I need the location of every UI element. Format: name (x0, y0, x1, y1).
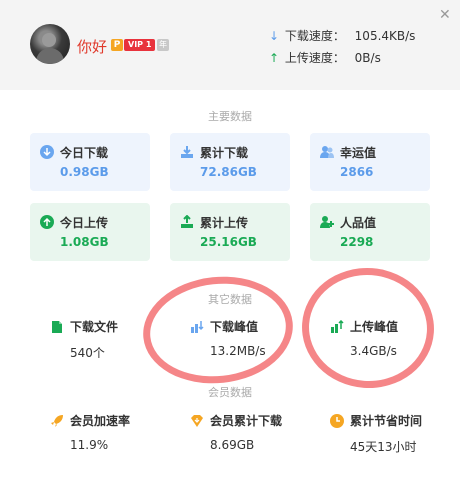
card-total-upload: 累计上传 25.16GB (170, 203, 290, 261)
section-title-main: 主要数据 (208, 110, 252, 123)
arrow-up-icon: ↑ (269, 51, 280, 65)
username: 你好 (77, 38, 108, 56)
card-value: 25.16GB (200, 235, 257, 249)
download-speed-label: 下载速度： (284, 29, 345, 43)
clock-icon (330, 414, 344, 428)
annual-badge: 年 (157, 39, 169, 51)
diamond-download-icon (191, 415, 203, 427)
card-today-download: 今日下载 0.98GB (30, 133, 150, 191)
file-icon (52, 321, 62, 333)
stat-label: 会员累计下载 (210, 414, 283, 428)
stat-value: 8.69GB (210, 438, 255, 452)
upload-speed-value: 0B/s (354, 51, 381, 65)
stat-label: 下载峰值 (210, 320, 259, 334)
card-label: 累计下载 (200, 146, 249, 160)
card-luck-value: 幸运值 2866 (310, 133, 430, 191)
card-label: 今日上传 (60, 216, 109, 230)
users-icon (320, 146, 334, 158)
stat-value: 45天13小时 (350, 440, 417, 454)
download-speed-row: ↓ 下载速度： 105.4KB/s (269, 27, 415, 44)
card-value: 72.86GB (200, 165, 257, 179)
stat-value: 3.4GB/s (350, 344, 397, 358)
stat-label: 下载文件 (70, 320, 119, 334)
avatar[interactable] (30, 24, 70, 64)
stat-label: 累计节省时间 (350, 414, 423, 428)
stat-label: 上传峰值 (350, 320, 399, 334)
download-peak-icon (191, 321, 204, 333)
card-value: 1.08GB (60, 235, 109, 249)
card-value: 0.98GB (60, 165, 109, 179)
upload-peak-icon (331, 320, 344, 333)
upload-speed-row: ↑ 上传速度： 0B/s (269, 49, 381, 66)
rocket-icon (51, 415, 63, 427)
arrow-down-circle-icon (40, 145, 54, 159)
close-icon[interactable]: ✕ (439, 7, 451, 23)
stat-value: 13.2MB/s (210, 344, 266, 358)
arrow-down-icon: ↓ (269, 29, 280, 43)
stat-value: 540个 (70, 346, 105, 360)
download-tray-icon (181, 146, 193, 158)
card-character-value: 人品值 2298 (310, 203, 430, 261)
card-label: 累计上传 (200, 216, 249, 230)
section-title-member: 会员数据 (208, 386, 252, 399)
card-label: 今日下载 (60, 146, 109, 160)
card-total-download: 累计下载 72.86GB (170, 133, 290, 191)
upload-speed-label: 上传速度： (284, 51, 345, 65)
section-title-other: 其它数据 (208, 293, 252, 306)
header-panel: 你好 P VIP 1 年 ↓ 下载速度： 105.4KB/s ↑ 上传速度： 0… (0, 0, 460, 90)
person-plus-icon (320, 216, 334, 228)
upload-tray-icon (181, 215, 193, 228)
card-today-upload: 今日上传 1.08GB (30, 203, 150, 261)
download-speed-value: 105.4KB/s (354, 29, 416, 43)
points-badge: P (111, 39, 123, 51)
card-value: 2866 (340, 165, 374, 179)
card-label: 人品值 (340, 216, 377, 230)
card-label: 幸运值 (340, 146, 377, 160)
arrow-up-circle-icon (40, 215, 54, 229)
vip-badge: VIP 1 (124, 39, 156, 51)
card-value: 2298 (340, 235, 374, 249)
stat-label: 会员加速率 (70, 414, 131, 428)
stat-value: 11.9% (70, 438, 109, 452)
